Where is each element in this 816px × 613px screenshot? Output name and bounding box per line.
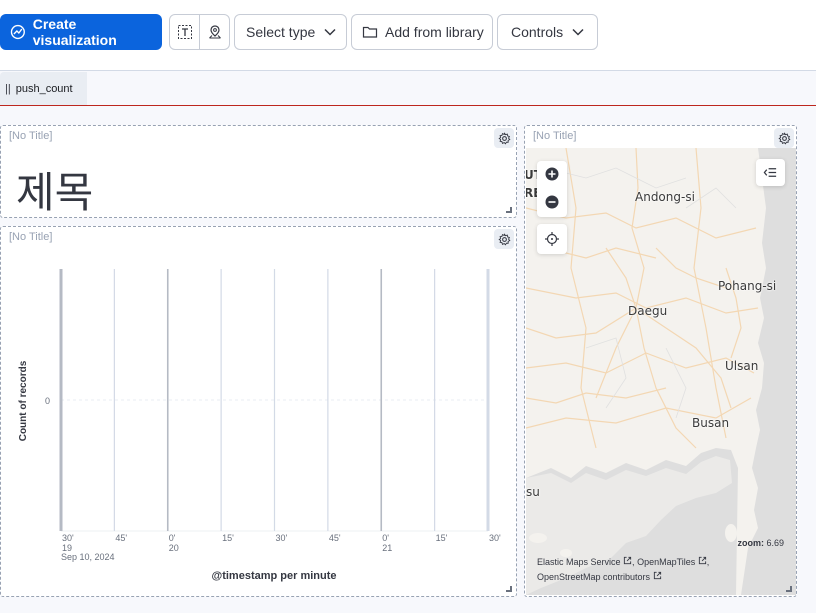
add-from-library-button[interactable]: Add from library [351,14,493,50]
text-icon [177,25,192,39]
attribution-link-ems[interactable]: Elastic Maps Service [537,557,621,567]
control-chip-push-count[interactable]: || push_count [0,72,87,105]
panel-title: [No Title] [533,130,577,142]
external-link-icon [698,556,706,565]
x-tick-sublabel: 21 [382,543,392,553]
zoom-out-button[interactable] [544,194,560,210]
control-chip-label: push_count [15,82,73,95]
x-tick-label: 45' [115,533,127,543]
minus-circle-icon [545,195,559,209]
external-link-icon [623,556,632,565]
map-edge-label: su [526,485,540,499]
select-type-label: Select type [246,24,316,40]
x-tick-label: 30' [489,533,501,543]
x-tick-label: 15' [436,533,448,543]
zoom-in-button[interactable] [544,166,560,182]
resize-handle-icon[interactable] [786,586,792,592]
panel-options-button[interactable] [774,128,794,148]
zoom-controls [537,161,567,217]
city-label-ulsan: Ulsan [725,359,759,373]
x-tick-label: 0' [382,533,389,543]
x-tick-label: 30' [62,533,74,543]
chevron-down-icon [324,28,336,36]
zoom-value: 6.69 [766,538,784,548]
zoom-label: zoom: [737,538,764,548]
panel-options-button[interactable] [494,128,514,148]
create-visualization-label: Create visualization [32,16,117,48]
plus-circle-icon [545,167,559,181]
drag-handle-icon[interactable]: || [5,83,11,95]
crosshair-icon [545,232,559,246]
city-label-busan: Busan [692,416,730,430]
x-tick-label: 0' [169,533,176,543]
histogram-chart[interactable]: 30'1945' 0'2015' 30' 45' 0'2115' 30' Count of… [1,227,516,596]
toggle-legend-button[interactable] [756,159,785,186]
folder-icon [362,26,378,38]
controls-label: Controls [511,24,564,40]
markdown-heading: 제목 [16,168,94,217]
add-from-library-label: Add from library [385,24,484,40]
panel-title: [No Title] [9,130,53,142]
controls-bar: || push_count [0,72,816,106]
chart-panel: [No Title] 30' 19 45' 0' 20 15' 30' 45' 0' 21 15' 3… [0,226,517,597]
text-button[interactable] [170,15,199,49]
x-tick-label: 45' [329,533,341,543]
dashboard-toolbar: Create visualization Select type Add fro… [0,0,816,71]
x-tick-sublabel: 20 [169,543,179,553]
markdown-panel: [No Title] 제목 [0,125,517,218]
visualize-icon [10,24,25,40]
x-axis-title: @timestamp per minute [211,570,336,582]
x-tick-label: 30' [276,533,288,543]
map-attribution: Elastic Maps Service , OpenMapTiles , Op… [537,556,710,582]
x-tick-label: 15' [222,533,234,543]
y-axis-title: Count of records [18,360,29,441]
chevron-down-icon [572,28,584,36]
controls-button[interactable]: Controls [497,14,598,50]
maps-button[interactable] [199,15,229,49]
zoom-readout: zoom: 6.69 [737,538,784,548]
select-type-button[interactable]: Select type [234,14,347,50]
map-pin-icon [208,25,221,39]
city-label-andong: Andong-si [635,190,695,204]
fit-to-data-button[interactable] [537,224,567,254]
y-tick-label: 0 [45,396,50,406]
quick-create-group [169,14,230,50]
map-canvas[interactable]: UT RE su Andong-si Pohang-si Daegu Ulsan… [526,148,796,595]
external-link-icon [653,571,661,580]
gear-icon [497,131,511,145]
map-panel: [No Title] U R su Andong-si Pohang-si Da… [524,125,797,597]
attribution-link-osm[interactable]: OpenStreetMap contributors [537,572,650,582]
resize-handle-icon[interactable] [506,207,512,213]
city-label-pohang: Pohang-si [718,279,777,293]
create-visualization-button[interactable]: Create visualization [0,14,162,50]
attribution-link-openmaptiles[interactable]: OpenMapTiles [637,557,695,567]
x-date-label: Sep 10, 2024 [61,552,115,562]
resize-handle-icon[interactable] [506,586,512,592]
city-label-daegu: Daegu [628,304,668,318]
menu-collapse-icon [763,168,777,177]
gear-icon [777,131,791,145]
